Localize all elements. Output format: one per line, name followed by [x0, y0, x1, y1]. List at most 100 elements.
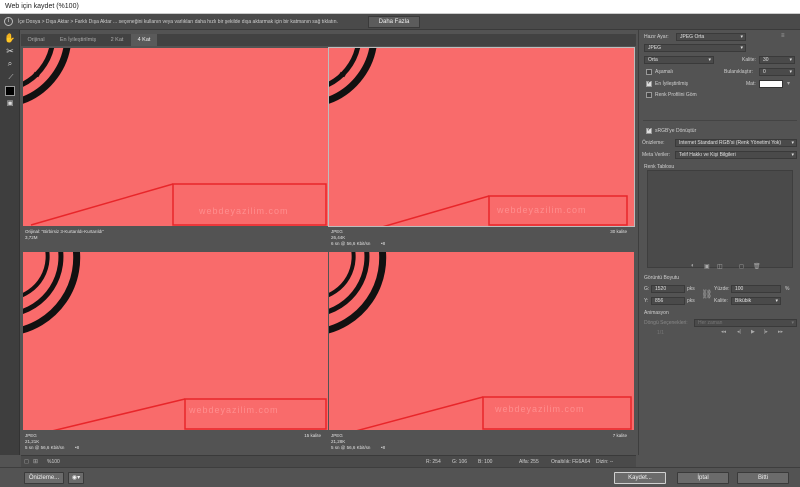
index-value: Dizin: -- — [596, 459, 614, 465]
progressive-checkbox[interactable] — [646, 69, 652, 75]
pane-quality: 15 kalite — [304, 433, 321, 438]
preset-label: Hazır Ayar: — [644, 34, 669, 40]
optimized-label: En İyileştirilmiş — [655, 81, 689, 87]
pane-caption: JPEG 30 kalite 26,44K 6 sn @ 56,6 Kbit/s… — [331, 229, 631, 247]
next-frame-icon[interactable]: |▸ — [764, 329, 768, 335]
web-shift-icon[interactable]: ◫ — [717, 263, 723, 270]
tool-bar: ✋ ✂ ⌕ ✎ ▣ ⟋ — [0, 30, 20, 455]
pane-format: JPEG — [25, 433, 37, 438]
pane-extra: •8 — [381, 241, 386, 246]
preview-area: webdeyazilim.com Orijinal: "Birbirsiz 3-… — [21, 46, 636, 454]
menu-icon[interactable]: ≡ — [781, 33, 785, 39]
preview-pane-original[interactable]: webdeyazilim.com Orijinal: "Birbirsiz 3-… — [23, 48, 328, 248]
divider — [643, 120, 797, 121]
loop-label: Döngü Seçenekleri: — [644, 320, 688, 326]
format-select[interactable]: JPEG ▾ — [644, 44, 746, 52]
last-frame-icon[interactable]: ▸▸ — [778, 329, 783, 335]
prev-frame-icon[interactable]: ◂| — [737, 329, 741, 335]
quality-level-select[interactable]: Orta ▾ — [644, 56, 714, 64]
map-color-icon[interactable]: ◐ — [691, 263, 695, 269]
width-input[interactable]: 1520 — [651, 285, 685, 293]
settings-panel: Hazır Ayar: JPEG Orta ▾ ≡ JPEG ▾ Orta ▾ Kal… — [638, 30, 800, 455]
pane-download-time: 5 sn @ 56,6 Kbit/sn — [25, 445, 65, 450]
pane-download-time: 5 sn @ 56,6 Kbit/sn — [331, 445, 371, 450]
eyedropper-icon[interactable]: ⟋ — [4, 72, 18, 84]
lock-color-icon[interactable]: ▣ — [704, 263, 710, 270]
color-table[interactable] — [647, 170, 793, 268]
preview-button[interactable]: Önizleme... — [24, 472, 64, 484]
convert-srgb-label: sRGB'ye Dönüştür — [655, 128, 697, 134]
embed-profile-checkbox[interactable] — [646, 92, 652, 98]
preview-pane-4[interactable]: webdeyazilim.com JPEG 7 kalite 21,28K 5 … — [329, 252, 634, 452]
image-size-label: Görüntü Boyutu — [644, 275, 680, 281]
status-bar: ◻ ⊞ %100 R: 254 G: 106 B: 100 Alfa: 255 … — [21, 455, 636, 467]
first-frame-icon[interactable]: ◂◂ — [721, 329, 726, 335]
save-for-web-dialog: Web için kaydet (%100) i İçe Dosya > Dış… — [0, 0, 800, 487]
cancel-button[interactable]: İptal — [677, 472, 729, 484]
preview-image: webdeyazilim.com — [23, 252, 328, 430]
alpha-value: Alfa: 255 — [519, 459, 539, 465]
pane-format: JPEG — [331, 229, 343, 234]
hex-value: Onaltılık: FE6A64 — [551, 459, 591, 465]
matte-label: Mat: — [746, 81, 756, 87]
height-label: Y: — [644, 298, 649, 304]
more-button[interactable]: Daha Fazla — [368, 16, 420, 28]
bottom-bar: Önizleme... ◉▾ Kaydet... İptal Bitti — [0, 467, 800, 487]
quality-input[interactable]: 30 ▾ — [759, 56, 795, 64]
new-color-icon[interactable]: ◻ — [739, 263, 744, 270]
toggle-slices-icon[interactable]: ▣ — [3, 98, 17, 110]
preview-image: webdeyazilim.com — [328, 47, 635, 227]
chevron-down-icon[interactable]: ▾ — [787, 80, 790, 87]
tab-4up[interactable]: 4 Kat — [131, 34, 157, 46]
browser-preview-button[interactable]: ◉▾ — [68, 472, 84, 484]
logo-arc-graphic — [329, 48, 628, 226]
tab-original[interactable]: Orijinal — [21, 34, 51, 46]
done-button[interactable]: Bitti — [737, 472, 789, 484]
resample-select[interactable]: Bikübik ▾ — [731, 297, 781, 305]
frame-counter: 1/1 — [657, 330, 664, 336]
save-button[interactable]: Kaydet... — [614, 472, 666, 484]
quality-label: Kalite: — [742, 57, 756, 63]
pane-download-time: 6 sn @ 56,6 Kbit/sn — [331, 241, 371, 246]
play-icon[interactable]: ▶ — [751, 329, 755, 335]
trash-icon[interactable]: 🗑 — [753, 263, 761, 270]
metadata-label: Meta Veriler: — [642, 152, 671, 158]
link-icon[interactable]: ⛓ — [701, 289, 712, 300]
blue-value: B: 100 — [478, 459, 493, 465]
zoom-in-icon[interactable]: ⊞ — [33, 458, 38, 465]
zoom-tool-icon[interactable]: ⌕ — [3, 58, 17, 70]
metadata-select[interactable]: Telif Hakkı ve Kişi Bilgileri ▾ — [675, 151, 797, 159]
height-input[interactable]: 856 — [651, 297, 685, 305]
tab-optimized[interactable]: En İyileştirilmiş — [53, 34, 103, 46]
preview-pane-3[interactable]: webdeyazilim.com JPEG 15 kalite 21,21K 5… — [23, 252, 328, 452]
convert-srgb-checkbox[interactable] — [646, 127, 652, 134]
loop-select[interactable]: Her zaman ▾ — [694, 319, 797, 327]
percent-input[interactable]: 100 — [731, 285, 781, 293]
watermark-text: webdeyazilim.com — [495, 404, 585, 414]
view-tabs: Orijinal En İyileştirilmiş 2 Kat 4 Kat — [21, 34, 636, 46]
logo-arc-graphic — [329, 252, 632, 430]
pane-caption: JPEG 7 kalite 21,28K 5 sn @ 56,6 Kbit/sn… — [331, 433, 631, 451]
tab-2up[interactable]: 2 Kat — [105, 34, 129, 46]
preview-select[interactable]: Internet Standard RGB'si (Renk Yönetimi … — [675, 139, 797, 147]
color-swatch[interactable] — [5, 86, 15, 96]
hand-tool-icon[interactable]: ✋ — [3, 32, 17, 44]
preset-select[interactable]: JPEG Orta ▾ — [676, 33, 746, 41]
zoom-level[interactable]: %100 — [47, 459, 60, 465]
watermark-text: webdeyazilim.com — [199, 206, 289, 216]
pane-caption: JPEG 15 kalite 21,21K 5 sn @ 56,6 Kbit/s… — [25, 433, 325, 451]
optimized-checkbox[interactable] — [646, 80, 652, 87]
red-value: R: 254 — [426, 459, 441, 465]
pane-size: 3,72M — [25, 235, 38, 240]
preview-label: Önizleme: — [642, 140, 665, 146]
slice-select-tool-icon[interactable]: ✂ — [3, 45, 17, 57]
blur-input[interactable]: 0 ▾ — [759, 68, 795, 76]
width-label: G: — [644, 286, 650, 292]
percent-unit: % — [785, 286, 790, 292]
info-message: İçe Dosya > Dışa Aktar > Farklı Dışa Akt… — [18, 19, 338, 25]
preview-pane-2[interactable]: webdeyazilim.com JPEG 30 kalite 26,44K 6… — [328, 47, 635, 248]
zoom-out-icon[interactable]: ◻ — [24, 458, 29, 465]
matte-color-swatch[interactable] — [759, 80, 783, 88]
animation-label: Animasyon — [644, 310, 669, 316]
pane-extra: •8 — [381, 445, 386, 450]
